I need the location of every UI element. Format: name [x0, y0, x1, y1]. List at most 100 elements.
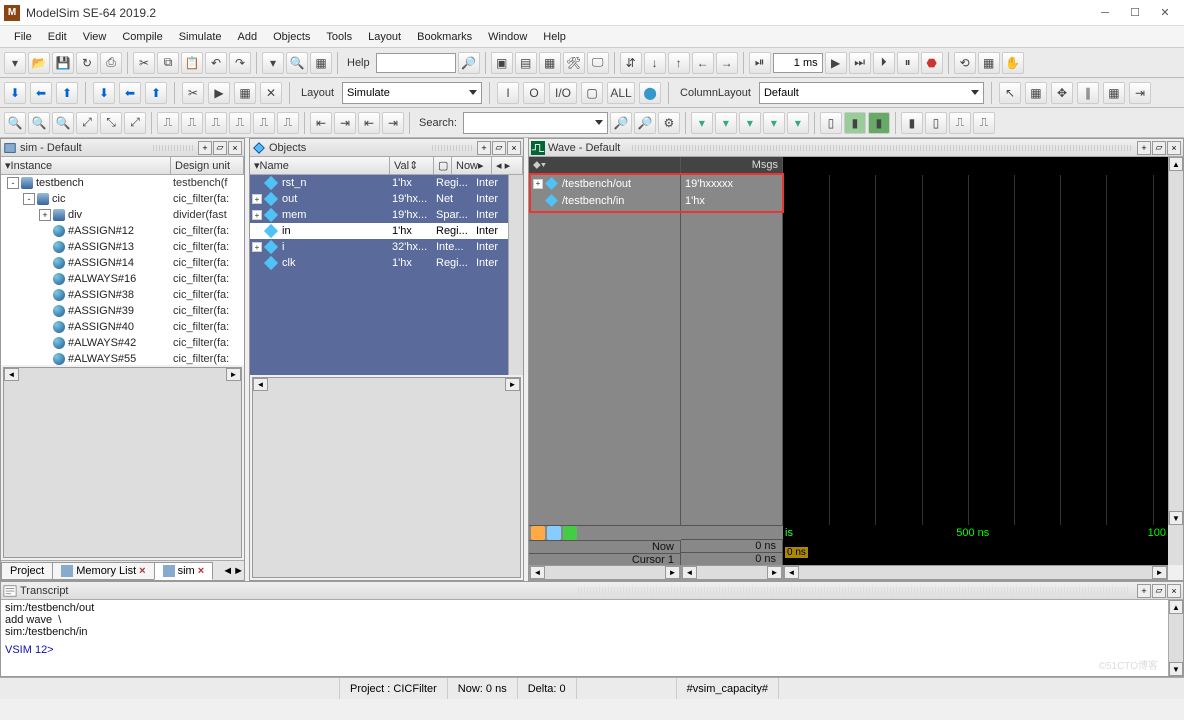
wave-cursor-tag[interactable]: 0 ns — [785, 547, 808, 558]
sim-tree-row[interactable]: +divdivider(fast — [1, 207, 244, 223]
tree-expander[interactable]: - — [7, 177, 19, 189]
align-icon[interactable]: ∥ — [1077, 82, 1099, 104]
zoom-c-icon[interactable]: ⤢ — [124, 112, 146, 134]
transcript-body[interactable]: sim:/testbench/out add wave \ sim:/testb… — [1, 600, 1168, 676]
back-icon[interactable]: ← — [692, 52, 714, 74]
mode-box-button[interactable]: ▢ — [581, 82, 603, 104]
zoom-a-icon[interactable]: ⤢ — [76, 112, 98, 134]
sig-d-icon[interactable]: ⎍ — [973, 112, 995, 134]
nav-d-icon[interactable]: ⇥ — [382, 112, 404, 134]
break-icon[interactable]: ⏸ — [897, 52, 919, 74]
restart-icon[interactable]: ⟲ — [954, 52, 976, 74]
sim-tree-row[interactable]: -testbenchtestbench(f — [1, 175, 244, 191]
group-icon[interactable]: ▦ — [1025, 82, 1047, 104]
new-file-icon[interactable]: ▾ — [4, 52, 26, 74]
mode-filter-icon[interactable]: ⬤ — [639, 82, 661, 104]
objects-row[interactable]: +i32'hx...Inte...Inter — [250, 239, 508, 255]
grid-icon[interactable]: ▦ — [1103, 82, 1125, 104]
wave-fb-icon-c[interactable] — [563, 526, 577, 540]
mode-i-button[interactable]: I — [497, 82, 519, 104]
layout-select[interactable]: Simulate — [342, 82, 482, 104]
wave-panel-close-button[interactable]: × — [1167, 141, 1181, 155]
cursor-add-icon[interactable]: ⬇ — [4, 82, 26, 104]
tab-memory-list-close[interactable]: × — [139, 565, 145, 577]
objects-panel-undock-button[interactable]: ▱ — [492, 141, 506, 155]
sim-hscroll[interactable]: ◄► — [3, 367, 242, 559]
wave-signal-values[interactable]: Msgs 19'hxxxxx 1'hx — [681, 157, 783, 525]
sim-tree-row[interactable]: #ASSIGN#12cic_filter(fa: — [1, 223, 244, 239]
cut-icon[interactable]: ✂ — [133, 52, 155, 74]
wrench-icon[interactable]: 🛠 — [563, 52, 585, 74]
wave-panel-undock-button[interactable]: ▱ — [1152, 141, 1166, 155]
pointer-icon[interactable]: ↖ — [999, 82, 1021, 104]
search-prev-icon[interactable]: 🔎 — [634, 112, 656, 134]
objects-row[interactable]: in1'hxRegi...Inter — [250, 223, 508, 239]
stop-icon[interactable]: ⬣ — [921, 52, 943, 74]
tab-sim[interactable]: sim× — [154, 562, 214, 580]
menu-file[interactable]: File — [6, 29, 40, 45]
tree-expander[interactable]: - — [23, 193, 35, 205]
objects-expander[interactable]: + — [252, 194, 262, 204]
cursor-prev-icon[interactable]: ⬅ — [30, 82, 52, 104]
sim-tree-row[interactable]: #ASSIGN#13cic_filter(fa: — [1, 239, 244, 255]
objects-col-value[interactable]: Val⇕ — [390, 157, 434, 174]
wave-next-icon[interactable]: ▶ — [208, 82, 230, 104]
bookmark-a-icon[interactable]: ▾ — [691, 112, 713, 134]
refresh-icon[interactable]: ↻ — [76, 52, 98, 74]
edge-a-icon[interactable]: ⎍ — [157, 112, 179, 134]
sim-panel-close-button[interactable]: × — [228, 141, 242, 155]
transcript-undock-button[interactable]: ▱ — [1152, 584, 1166, 598]
wave-vscroll[interactable]: ▲ ▼ — [1168, 157, 1183, 525]
search-opt-icon[interactable]: ⚙ — [658, 112, 680, 134]
wave-cut-icon[interactable]: ✂ — [182, 82, 204, 104]
sim-tree-row[interactable]: #ALWAYS#55cic_filter(fa: — [1, 351, 244, 365]
objects-row[interactable]: clk1'hxRegi...Inter — [250, 255, 508, 271]
sim-tree[interactable]: -testbenchtestbench(f-ciccic_filter(fa:+… — [1, 175, 244, 365]
objects-row[interactable]: +mem19'hx...Spar...Inter — [250, 207, 508, 223]
zoom-in-icon[interactable]: 🔍 — [4, 112, 26, 134]
redo-icon[interactable]: ↷ — [229, 52, 251, 74]
save-icon[interactable]: 💾 — [52, 52, 74, 74]
compile-icon[interactable]: ▾ — [262, 52, 284, 74]
chip-icon[interactable]: ▦ — [539, 52, 561, 74]
sim-col-instance[interactable]: ▾Instance — [1, 157, 171, 174]
zoom-full-icon[interactable]: 🔍 — [52, 112, 74, 134]
edge-d-icon[interactable]: ⎍ — [229, 112, 251, 134]
bookmark-c-icon[interactable]: ▾ — [739, 112, 761, 134]
forward-icon[interactable]: → — [716, 52, 738, 74]
bookmark-b-icon[interactable]: ▾ — [715, 112, 737, 134]
objects-panel-add-button[interactable]: + — [477, 141, 491, 155]
sim-tabs-right[interactable]: ► — [233, 565, 244, 577]
sim-col-design-unit[interactable]: Design unit — [171, 157, 244, 174]
edge-c-icon[interactable]: ⎍ — [205, 112, 227, 134]
mode-all-button[interactable]: ALL — [607, 82, 635, 104]
mode-o-button[interactable]: O — [523, 82, 545, 104]
down-icon[interactable]: ↓ — [644, 52, 666, 74]
objects-row[interactable]: +out19'hx...NetInter — [250, 191, 508, 207]
edge-e-icon[interactable]: ⎍ — [253, 112, 275, 134]
wave-fb-icon-a[interactable] — [531, 526, 545, 540]
toggle-icon[interactable]: ▦ — [310, 52, 332, 74]
columnlayout-select[interactable]: Default — [759, 82, 984, 104]
cursor-up-icon[interactable]: ⬆ — [56, 82, 78, 104]
up-icon[interactable]: ↑ — [668, 52, 690, 74]
cursor-b-icon[interactable]: ⬅ — [119, 82, 141, 104]
bookmark-d-icon[interactable]: ▾ — [763, 112, 785, 134]
tab-project[interactable]: Project — [1, 562, 53, 580]
objects-list[interactable]: rst_n1'hxRegi...Inter+out19'hx...NetInte… — [250, 175, 508, 375]
objects-expander[interactable]: + — [252, 242, 262, 252]
objects-hscroll[interactable]: ◄► — [252, 377, 521, 579]
tool-a-icon[interactable]: ▦ — [978, 52, 1000, 74]
monitor-icon[interactable]: 🖵 — [587, 52, 609, 74]
objects-col-now[interactable]: Now▸ — [452, 157, 492, 174]
close-window-button[interactable]: ✕ — [1150, 3, 1180, 23]
wave-panel-add-button[interactable]: + — [1137, 141, 1151, 155]
transcript-vscroll[interactable]: ▲ ▼ — [1168, 600, 1183, 676]
wave-signal-names[interactable]: ⬥▾ +/testbench/out /testbench/in — [529, 157, 681, 525]
menu-help[interactable]: Help — [535, 29, 574, 45]
run-all-icon[interactable]: ⏭ — [849, 52, 871, 74]
menu-view[interactable]: View — [75, 29, 115, 45]
open-icon[interactable]: 📂 — [28, 52, 50, 74]
objects-vscroll[interactable] — [508, 175, 523, 375]
menu-tools[interactable]: Tools — [318, 29, 360, 45]
